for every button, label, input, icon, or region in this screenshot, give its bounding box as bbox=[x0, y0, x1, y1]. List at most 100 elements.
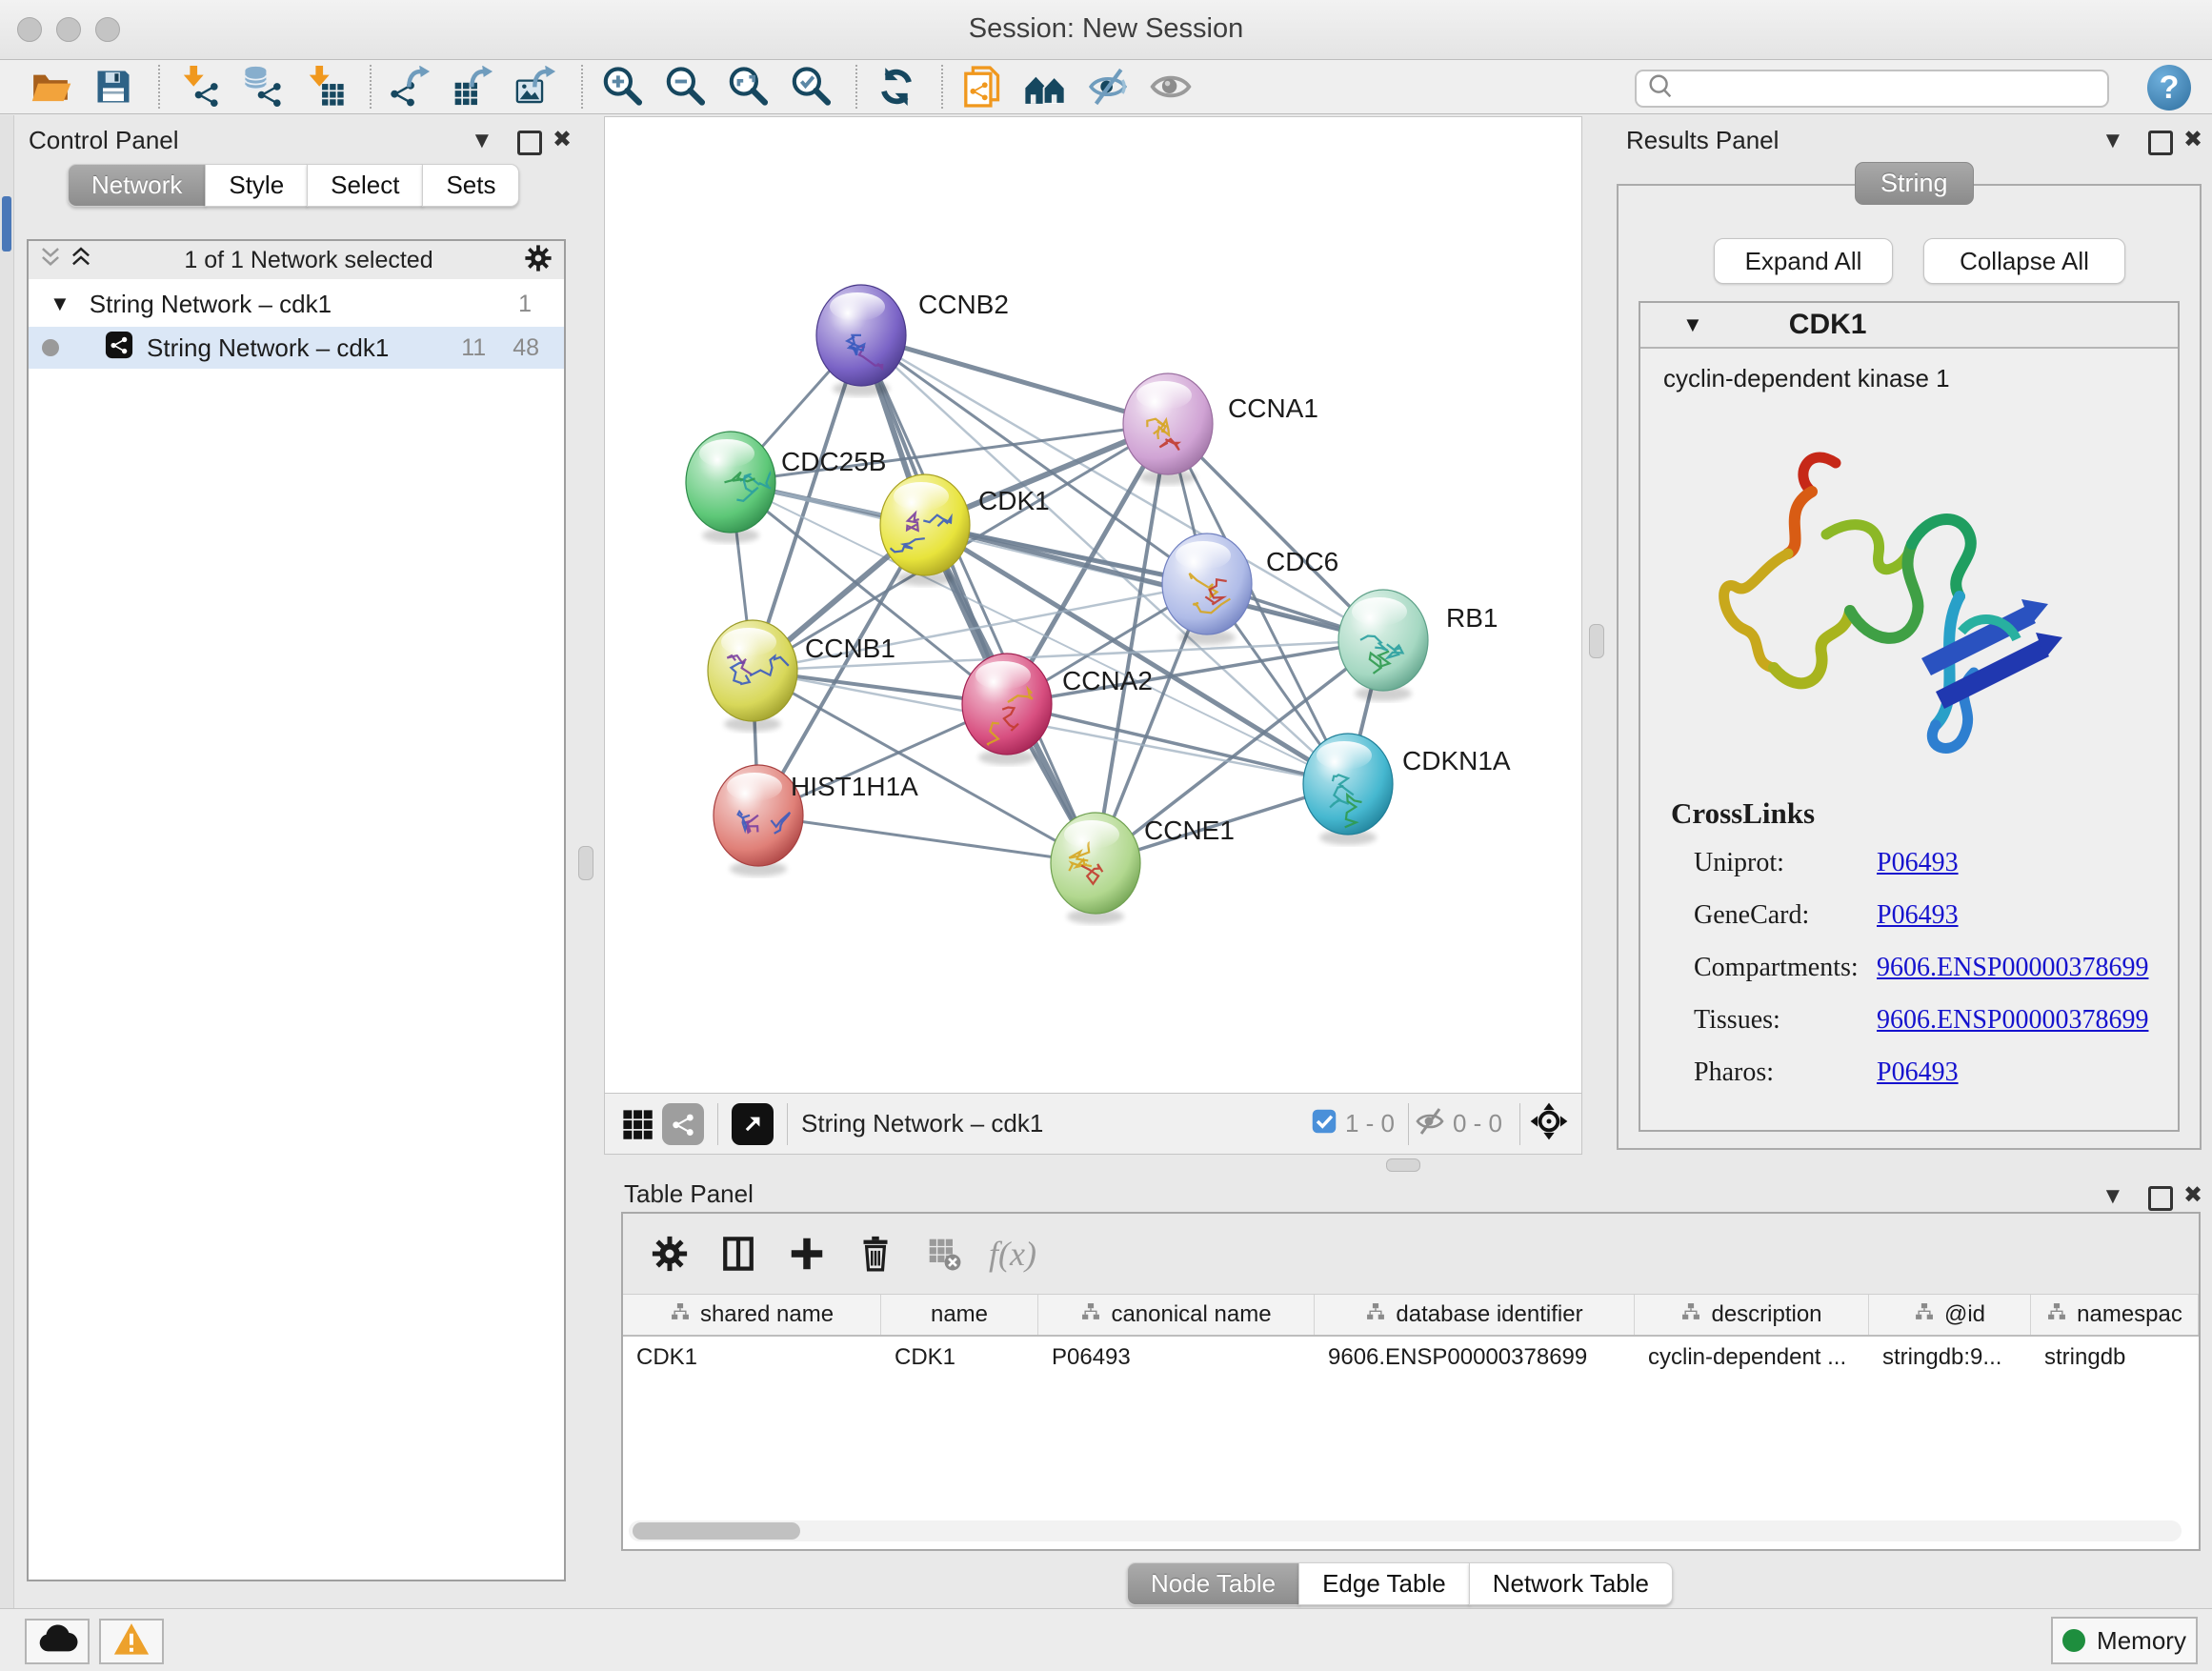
right-splitter-handle[interactable] bbox=[1589, 624, 1604, 658]
import-table-icon[interactable] bbox=[301, 64, 349, 110]
selected-checkbox-icon[interactable] bbox=[1311, 1108, 1337, 1139]
expand-all-networks-icon[interactable] bbox=[69, 245, 93, 276]
refresh-layout-icon[interactable] bbox=[873, 64, 920, 110]
collection-expand-icon[interactable]: ▼ bbox=[50, 292, 70, 316]
delete-column-icon[interactable] bbox=[848, 1229, 903, 1278]
birdseye-grid-icon[interactable] bbox=[616, 1101, 658, 1147]
show-columns-icon[interactable] bbox=[711, 1229, 766, 1278]
node-CDC25B[interactable] bbox=[686, 432, 775, 543]
network-share-icon[interactable] bbox=[662, 1103, 704, 1145]
table-horizontal-scrollbar[interactable] bbox=[629, 1520, 2182, 1541]
crosslink-link[interactable]: P06493 bbox=[1877, 848, 1959, 878]
warnings-button[interactable] bbox=[99, 1619, 164, 1664]
crosslink-link[interactable]: P06493 bbox=[1877, 1057, 1959, 1088]
memory-button[interactable]: Memory bbox=[2051, 1617, 2198, 1664]
tab-network-table[interactable]: Network Table bbox=[1469, 1562, 1673, 1605]
node-RB1[interactable] bbox=[1338, 590, 1428, 701]
network-row-selected[interactable]: String Network – cdk1 11 48 bbox=[29, 327, 564, 369]
table-options-gear-icon[interactable] bbox=[642, 1229, 697, 1278]
export-image-icon[interactable] bbox=[513, 64, 560, 110]
tab-network[interactable]: Network bbox=[68, 164, 206, 207]
node-CCNB2[interactable] bbox=[816, 285, 906, 396]
collapsed-panel-indicator[interactable] bbox=[2, 196, 11, 252]
import-network-from-database-icon[interactable] bbox=[238, 64, 286, 110]
first-neighbors-icon[interactable] bbox=[1021, 64, 1069, 110]
crosslink-link[interactable]: 9606.ENSP00000378699 bbox=[1877, 953, 2148, 983]
network-options-gear-icon[interactable] bbox=[524, 244, 553, 277]
control-panel-maximize-icon[interactable] bbox=[517, 131, 542, 160]
tab-edge-table[interactable]: Edge Table bbox=[1298, 1562, 1470, 1605]
show-all-icon[interactable] bbox=[1147, 64, 1195, 110]
table-cell[interactable]: CDK1 bbox=[881, 1337, 1038, 1379]
edge-CCNA2-CDKN1A[interactable] bbox=[1007, 704, 1348, 784]
tab-string[interactable]: String bbox=[1855, 162, 1974, 205]
results-panel-float-icon[interactable]: ▼ bbox=[2101, 128, 2124, 154]
save-session-icon[interactable] bbox=[90, 64, 137, 110]
edge-CDK1-RB1[interactable] bbox=[925, 525, 1383, 640]
column-header-description[interactable]: description bbox=[1635, 1295, 1869, 1335]
edge-HIST1H1A-CCNE1[interactable] bbox=[758, 815, 1096, 863]
cloud-status-button[interactable] bbox=[25, 1619, 90, 1664]
collapse-all-networks-icon[interactable] bbox=[38, 245, 63, 276]
tab-node-table[interactable]: Node Table bbox=[1127, 1562, 1299, 1605]
network-collection-row[interactable]: ▼ String Network – cdk1 1 bbox=[29, 283, 564, 325]
namespace-icon bbox=[2046, 1301, 2067, 1329]
table-panel-float-icon[interactable]: ▼ bbox=[2101, 1183, 2124, 1210]
collapse-all-button[interactable]: Collapse All bbox=[1923, 238, 2125, 284]
protein-network-graph[interactable]: CCNB2CCNA1CDC25BCDK1CDC6RB1CCNB1CCNA2CDK… bbox=[605, 117, 1581, 1093]
node-CCNA1[interactable] bbox=[1123, 373, 1213, 485]
tab-select[interactable]: Select bbox=[307, 164, 423, 207]
hide-selected-icon[interactable] bbox=[1084, 64, 1132, 110]
column-header-database-identifier[interactable]: database identifier bbox=[1315, 1295, 1635, 1335]
control-panel-float-icon[interactable]: ▼ bbox=[471, 128, 493, 154]
add-column-icon[interactable] bbox=[779, 1229, 835, 1278]
expand-all-button[interactable]: Expand All bbox=[1714, 238, 1893, 284]
export-table-icon[interactable] bbox=[450, 64, 497, 110]
table-panel-close-icon[interactable]: ✖ bbox=[2183, 1181, 2202, 1209]
zoom-out-icon[interactable] bbox=[661, 64, 709, 110]
edge-CCNB2-CCNA1[interactable] bbox=[861, 335, 1168, 424]
search-input[interactable] bbox=[1682, 74, 2107, 103]
node-CCNB1[interactable] bbox=[708, 620, 797, 732]
crosslink-link[interactable]: P06493 bbox=[1877, 900, 1959, 931]
column-header-namespac[interactable]: namespac bbox=[2031, 1295, 2199, 1335]
zoom-in-icon[interactable] bbox=[598, 64, 646, 110]
pan-crosshair-icon[interactable] bbox=[1530, 1102, 1568, 1145]
column-header-canonical-name[interactable]: canonical name bbox=[1038, 1295, 1315, 1335]
node-HIST1H1A[interactable] bbox=[714, 765, 803, 876]
column-header-shared-name[interactable]: shared name bbox=[623, 1295, 881, 1335]
open-in-new-window-icon[interactable] bbox=[732, 1103, 774, 1145]
tab-style[interactable]: Style bbox=[205, 164, 308, 207]
export-network-icon[interactable] bbox=[387, 64, 434, 110]
table-row[interactable]: CDK1CDK1P064939606.ENSP00000378699cyclin… bbox=[623, 1337, 2199, 1379]
tab-sets[interactable]: Sets bbox=[422, 164, 519, 207]
table-cell[interactable]: cyclin-dependent ... bbox=[1635, 1337, 1869, 1379]
network-canvas[interactable]: CCNB2CCNA1CDC25BCDK1CDC6RB1CCNB1CCNA2CDK… bbox=[604, 116, 1582, 1094]
table-cell[interactable]: stringdb bbox=[2031, 1337, 2199, 1379]
column-header-@id[interactable]: @id bbox=[1869, 1295, 2031, 1335]
table-cell[interactable]: stringdb:9... bbox=[1869, 1337, 2031, 1379]
table-cell[interactable]: 9606.ENSP00000378699 bbox=[1315, 1337, 1635, 1379]
results-panel-close-icon[interactable]: ✖ bbox=[2183, 126, 2202, 153]
zoom-fit-icon[interactable] bbox=[724, 64, 772, 110]
control-panel-close-icon[interactable]: ✖ bbox=[553, 126, 572, 153]
table-cell[interactable]: P06493 bbox=[1038, 1337, 1315, 1379]
section-collapse-icon[interactable]: ▼ bbox=[1682, 312, 1703, 337]
gene-section-header[interactable]: ▼ CDK1 bbox=[1640, 303, 2178, 349]
node-CDKN1A[interactable] bbox=[1303, 734, 1393, 845]
horizontal-splitter-handle[interactable] bbox=[1386, 1158, 1420, 1172]
node-CDK1[interactable] bbox=[880, 474, 970, 586]
open-session-icon[interactable] bbox=[27, 64, 74, 110]
import-network-from-file-icon[interactable] bbox=[175, 64, 223, 110]
node-CCNE1[interactable] bbox=[1051, 813, 1140, 924]
left-splitter-handle[interactable] bbox=[578, 846, 593, 880]
zoom-selected-icon[interactable] bbox=[787, 64, 835, 110]
hidden-eye-icon[interactable] bbox=[1415, 1106, 1445, 1141]
results-panel-maximize-icon[interactable] bbox=[2148, 131, 2173, 160]
new-network-from-selection-icon[interactable] bbox=[958, 64, 1006, 110]
crosslink-link[interactable]: 9606.ENSP00000378699 bbox=[1877, 1005, 2148, 1036]
column-header-name[interactable]: name bbox=[881, 1295, 1038, 1335]
table-cell[interactable]: CDK1 bbox=[623, 1337, 881, 1379]
scrollbar-thumb[interactable] bbox=[633, 1522, 800, 1540]
help-button[interactable]: ? bbox=[2147, 65, 2191, 111]
